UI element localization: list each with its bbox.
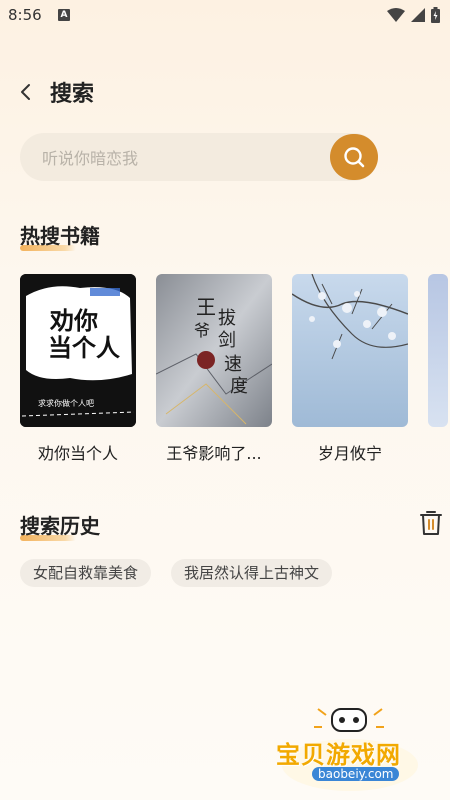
book-cover [292,274,408,427]
trash-icon [420,511,442,535]
book-title: 王爷影响了... [166,444,262,463]
search-box [20,133,378,183]
svg-text:度: 度 [230,376,248,397]
book-cover: 劝你 当个人 求求你做个人吧 [20,274,136,427]
hot-books-list: 劝你 当个人 求求你做个人吧 劝你当个人 王 拔 爷 剑 速 度 王爷影响了..… [20,274,450,474]
book-card-partial[interactable] [428,274,448,427]
search-input[interactable] [40,133,324,183]
battery-icon [431,7,440,23]
search-icon [344,147,365,168]
watermark-text: 宝贝游戏网 [276,741,401,769]
search-button[interactable] [330,134,378,180]
history-chip[interactable]: 女配自救靠美食 [20,559,152,587]
status-bar: 8:56 A [0,0,450,32]
hot-books-title: 热搜书籍 [20,224,100,248]
chevron-left-icon [21,84,30,100]
svg-text:速: 速 [224,354,242,375]
book-card[interactable]: 王 拔 爷 剑 速 度 王爷影响了... [156,274,272,464]
clear-history-button[interactable] [418,509,444,537]
cover-art-2: 王 拔 爷 剑 速 度 [156,274,272,427]
cover-art-1: 劝你 当个人 求求你做个人吧 [20,274,136,427]
hot-books-heading: 热搜书籍 [20,220,100,251]
notification-icon: A [58,9,70,21]
svg-text:剑: 剑 [218,330,236,351]
watermark-logo: 宝贝游戏网 baobeiy.com [270,705,430,795]
book-card[interactable]: 劝你 当个人 求求你做个人吧 劝你当个人 [20,274,136,464]
page-title: 搜索 [50,82,95,107]
svg-text:王: 王 [196,295,216,319]
svg-text:求求你做个人吧: 求求你做个人吧 [38,398,94,408]
book-card[interactable]: 岁月攸宁 [292,274,408,464]
book-title: 劝你当个人 [37,444,118,463]
cover-art-3 [292,274,408,427]
status-time: 8:56 [8,6,42,24]
header: 搜索 [0,72,450,112]
book-cover: 王 拔 爷 剑 速 度 [156,274,272,427]
history-title: 搜索历史 [20,514,100,538]
history-heading: 搜索历史 [20,510,100,541]
wifi-icon [387,8,405,22]
svg-text:劝你: 劝你 [49,307,98,335]
book-cover [428,274,448,427]
status-icons [387,7,440,23]
watermark-url: baobeiy.com [312,767,400,781]
book-title: 岁月攸宁 [317,444,382,463]
svg-text:拔: 拔 [218,308,236,329]
svg-text:爷: 爷 [194,321,210,340]
history-list: 女配自救靠美食 我居然认得上古神文 [20,559,333,587]
svg-text:当个人: 当个人 [48,334,120,362]
history-chip[interactable]: 我居然认得上古神文 [171,559,333,587]
back-button[interactable] [14,78,40,106]
signal-icon [411,8,425,22]
